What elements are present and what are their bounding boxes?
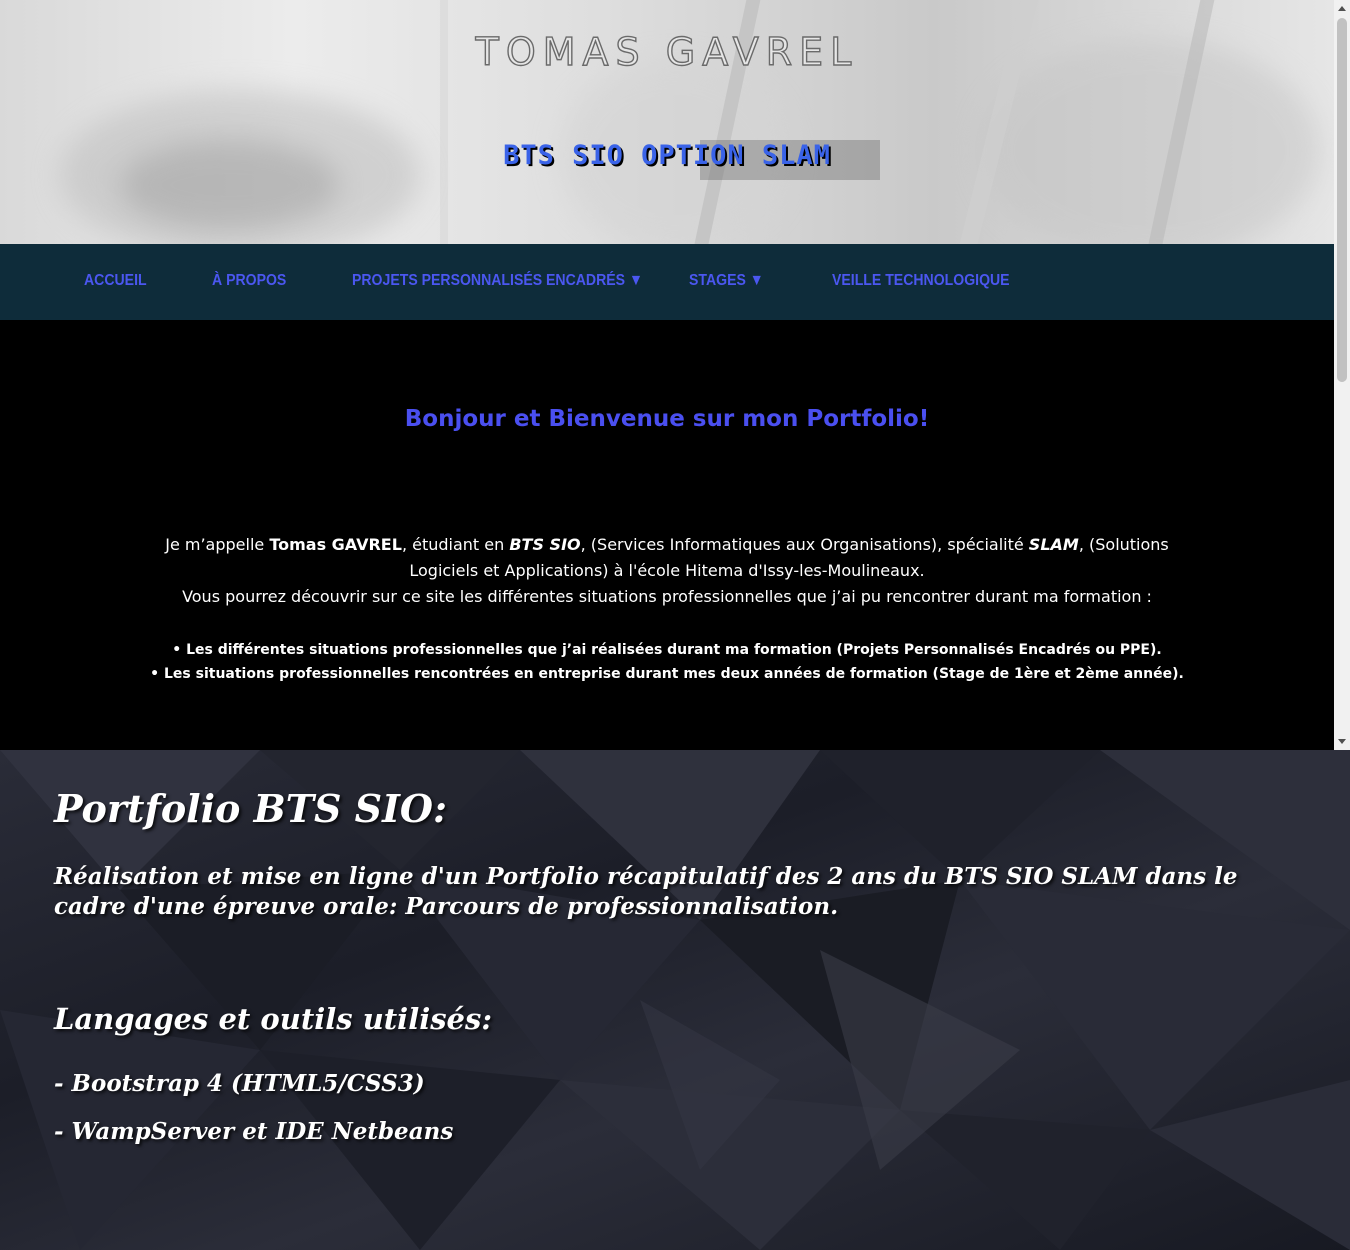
portfolio-title: Portfolio BTS SIO: [54, 786, 448, 831]
nav-link-accueil[interactable]: ACCUEIL [84, 244, 147, 320]
site-subtitle: BTS SIO OPTION SLAM [503, 140, 831, 171]
nav-link-veille[interactable]: VEILLE TECHNOLOGIQUE [832, 244, 1010, 320]
header-banner: TOMAS GAVREL BTS SIO OPTION SLAM [0, 0, 1334, 244]
bullet-list: • Les différentes situations professionn… [0, 638, 1334, 686]
scroll-up-arrow-icon[interactable] [1338, 6, 1346, 11]
portfolio-section: Portfolio BTS SIO: Réalisation et mise e… [0, 750, 1350, 1250]
tool-item: - Bootstrap 4 (HTML5/CSS3) [54, 1070, 425, 1097]
welcome-section: Bonjour et Bienvenue sur mon Portfolio! … [0, 320, 1334, 750]
scroll-down-arrow-icon[interactable] [1338, 739, 1346, 744]
intro-text: Je m’appelle [165, 535, 270, 554]
intro-name: Tomas GAVREL [269, 535, 402, 554]
tools-heading: Langages et outils utilisés: [54, 1002, 493, 1036]
welcome-title: Bonjour et Bienvenue sur mon Portfolio! [404, 406, 930, 432]
bullet-item: • Les situations professionnelles rencon… [150, 666, 1184, 682]
main-navbar: ACCUEIL À PROPOS PROJETS PERSONNALISÉS E… [0, 244, 1334, 320]
intro-slam: SLAM [1028, 535, 1079, 554]
nav-dropdown-ppe[interactable]: PROJETS PERSONNALISÉS ENCADRÉS ▼ [352, 244, 643, 320]
nav-dropdown-stages[interactable]: STAGES ▼ [689, 244, 764, 320]
scrollbar[interactable] [1334, 0, 1350, 750]
intro-text: , étudiant en [401, 535, 510, 554]
intro-bts: BTS SIO [509, 535, 581, 554]
nav-link-a-propos[interactable]: À PROPOS [212, 244, 286, 320]
intro-paragraph: Je m’appelle Tomas GAVREL, étudiant en B… [130, 532, 1204, 610]
portfolio-description: Réalisation et mise en ligne d'un Portfo… [54, 863, 1238, 920]
intro-text: , (Services Informatiques aux Organisati… [580, 535, 1029, 554]
bullet-item: • Les différentes situations professionn… [172, 642, 1162, 658]
scrollbar-thumb[interactable] [1337, 18, 1347, 382]
intro-text: Vous pourrez découvrir sur ce site les d… [182, 587, 1152, 606]
site-title: TOMAS GAVREL [475, 29, 859, 74]
tool-item: - WampServer et IDE Netbeans [54, 1118, 454, 1145]
